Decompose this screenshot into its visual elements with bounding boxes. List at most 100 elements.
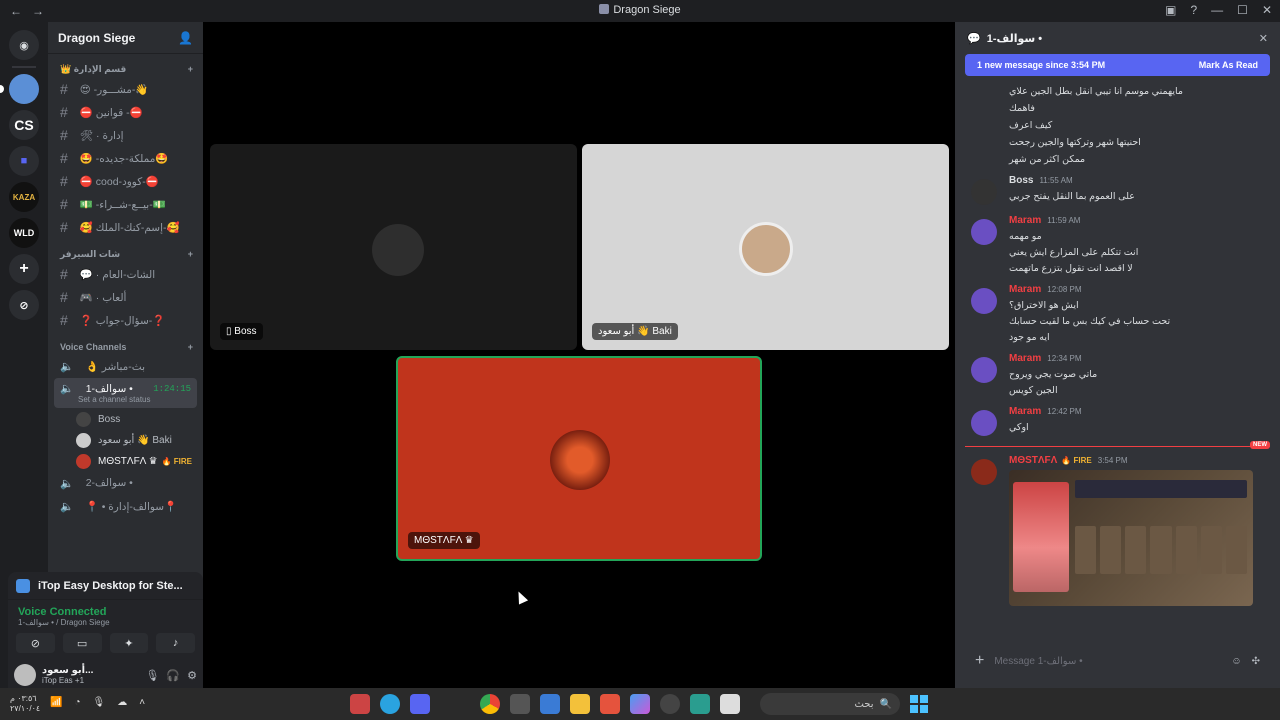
- text-channel[interactable]: # ⛔ cood-كوود-⛔: [54, 170, 197, 192]
- server-cs-icon[interactable]: CS: [9, 110, 39, 140]
- copilot-icon[interactable]: [630, 694, 650, 714]
- message-line: انت تتكلم على المزارع ايش يعني: [1009, 247, 1139, 258]
- inbox-icon[interactable]: ▣: [1165, 3, 1176, 17]
- message-author[interactable]: Maram: [1009, 215, 1041, 226]
- store-icon[interactable]: [540, 694, 560, 714]
- server-folder-icon[interactable]: ■: [9, 146, 39, 176]
- category-label: Voice Channels: [60, 342, 127, 352]
- text-channel[interactable]: # 💵 -بيــع-شــراء-💵: [54, 193, 197, 215]
- camera-off-button[interactable]: ⊘: [16, 633, 55, 653]
- text-channel[interactable]: # 💬 · الشات-العام: [54, 263, 197, 285]
- voice-channel[interactable]: 🔈 سوالف-2 •: [54, 472, 197, 494]
- message-composer[interactable]: + Message سوالف-1 • ☺ ✣: [965, 646, 1270, 676]
- discord-home-icon[interactable]: ◉: [9, 30, 39, 60]
- text-channel[interactable]: # 🛠 · إدارة: [54, 124, 197, 146]
- text-channel[interactable]: # ❓ سؤال-جواب-❓: [54, 309, 197, 331]
- screen-share-button[interactable]: ▭: [62, 633, 102, 653]
- voice-connected-sub[interactable]: سوالف-1 • / Dragon Siege: [18, 618, 193, 627]
- taskbar-search[interactable]: بحث 🔍: [760, 693, 900, 715]
- add-channel-icon[interactable]: +: [188, 64, 193, 75]
- taskbar-app-icon[interactable]: [350, 694, 370, 714]
- chevron-up-icon[interactable]: ˄: [139, 697, 145, 708]
- add-attachment-icon[interactable]: +: [975, 652, 984, 670]
- message-author[interactable]: Maram: [1009, 406, 1041, 417]
- text-channel[interactable]: # 🤩 -مملكة-جديده🤩: [54, 147, 197, 169]
- voice-user[interactable]: Boss: [48, 409, 203, 430]
- chrome-icon[interactable]: [480, 694, 500, 714]
- add-channel-icon[interactable]: +: [188, 342, 193, 352]
- voice-channel[interactable]: 🔈 📍 • سوالف-إدارة📍: [54, 495, 197, 517]
- voice-user[interactable]: MΘSTΛFΛ ♛ 🔥 FIRE: [48, 451, 203, 472]
- server-name: Dragon Siege: [58, 30, 136, 45]
- video-tile-baki[interactable]: أبو سعود 👋 Baki: [582, 144, 949, 350]
- avatar[interactable]: [971, 410, 997, 436]
- cloud-icon[interactable]: ☁: [117, 697, 127, 708]
- wifi-icon[interactable]: ◔: [74, 697, 80, 708]
- category-voice[interactable]: Voice Channels +: [48, 332, 203, 355]
- mic-icon[interactable]: 🎙: [145, 669, 159, 682]
- forward-icon[interactable]: →: [32, 4, 44, 18]
- server-wld-icon[interactable]: WLD: [9, 218, 39, 248]
- message-time: 3:54 PM: [1097, 456, 1128, 465]
- avatar[interactable]: [971, 357, 997, 383]
- invite-icon[interactable]: 👤: [178, 31, 193, 45]
- message-author[interactable]: MΘSTΛFΛ: [1009, 455, 1057, 466]
- voice-user[interactable]: أبو سعود 👋 Baki: [48, 430, 203, 451]
- help-icon[interactable]: ?: [1190, 3, 1197, 17]
- image-attachment[interactable]: [1009, 470, 1253, 606]
- app-share-bar[interactable]: iTop Easy Desktop for Ste...: [8, 572, 203, 600]
- mic-tray-icon[interactable]: 🎙: [93, 697, 106, 708]
- network-icon[interactable]: 📶: [50, 697, 62, 708]
- emoji-icon[interactable]: ☺: [1231, 656, 1241, 667]
- activities-button[interactable]: ✦: [109, 633, 149, 653]
- video-tile-mostafa[interactable]: MΘSTΛFΛ ♛: [396, 356, 762, 561]
- close-chat-icon[interactable]: ✕: [1259, 32, 1268, 45]
- voice-channel-active[interactable]: 🔈 سوالف-1 • 1:24:15 Set a channel status: [54, 378, 197, 408]
- message-author[interactable]: Boss: [1009, 175, 1033, 186]
- taskbar-app-icon[interactable]: [660, 694, 680, 714]
- voice-channel[interactable]: 🔈 👌 بث-مباشر: [54, 355, 197, 377]
- taskbar-app-icon[interactable]: [600, 694, 620, 714]
- server-kaza-icon[interactable]: KAZA: [9, 182, 39, 212]
- avatar[interactable]: [971, 288, 997, 314]
- discord-taskbar-icon[interactable]: [410, 694, 430, 714]
- hash-icon: #: [60, 219, 68, 235]
- text-channel[interactable]: # 🎮 · ألعاب: [54, 286, 197, 308]
- soundboard-button[interactable]: ♪: [156, 633, 195, 653]
- settings-icon[interactable]: ⚙: [187, 669, 197, 682]
- maximize-icon[interactable]: ☐: [1237, 3, 1248, 17]
- taskbar-app-icon[interactable]: [510, 694, 530, 714]
- text-channel[interactable]: # ⛔ قوانين -⛔: [54, 101, 197, 123]
- channel-status[interactable]: Set a channel status: [60, 395, 191, 404]
- category-admin[interactable]: 👑 قسم الإدارة +: [48, 54, 203, 78]
- current-user[interactable]: أبو سعود... iTop Eas +1 🎙 🎧 ⚙: [8, 659, 203, 691]
- server-a-icon[interactable]: [0, 74, 39, 104]
- back-icon[interactable]: ←: [10, 4, 22, 18]
- avatar[interactable]: [971, 179, 997, 205]
- telegram-icon[interactable]: [380, 694, 400, 714]
- mark-as-read-button[interactable]: Mark As Read: [1199, 60, 1258, 70]
- windows-start-icon[interactable]: [910, 695, 928, 713]
- category-chat[interactable]: شات السيرفر +: [48, 239, 203, 263]
- avatar[interactable]: [971, 219, 997, 245]
- text-channel[interactable]: # 😍 -مشـــور-👋: [54, 78, 197, 100]
- text-channel[interactable]: # 🥰 إسم-كنك-الملك-🥰: [54, 216, 197, 238]
- new-messages-banner[interactable]: 1 new message since 3:54 PM Mark As Read: [965, 54, 1270, 76]
- minimize-icon[interactable]: —: [1211, 3, 1223, 17]
- taskbar-app-icon[interactable]: [690, 694, 710, 714]
- message-author[interactable]: Maram: [1009, 353, 1041, 364]
- explore-icon[interactable]: ⊘: [9, 290, 39, 320]
- message-author[interactable]: Maram: [1009, 284, 1041, 295]
- taskbar-app-icon[interactable]: [720, 694, 740, 714]
- clock[interactable]: ٠٣:٥٦ م ٢٧/١٠/٠٤: [10, 694, 40, 714]
- video-tile-boss[interactable]: ▯ Boss: [210, 144, 577, 350]
- message-input[interactable]: Message سوالف-1 •: [994, 656, 1082, 667]
- close-window-icon[interactable]: ✕: [1262, 3, 1272, 17]
- add-server-icon[interactable]: +: [9, 254, 39, 284]
- server-header[interactable]: Dragon Siege 👤: [48, 22, 203, 54]
- headphones-icon[interactable]: 🎧: [166, 669, 180, 682]
- add-channel-icon[interactable]: +: [188, 249, 193, 260]
- avatar[interactable]: [971, 459, 997, 485]
- file-explorer-icon[interactable]: [570, 694, 590, 714]
- apps-icon[interactable]: ✣: [1252, 656, 1260, 667]
